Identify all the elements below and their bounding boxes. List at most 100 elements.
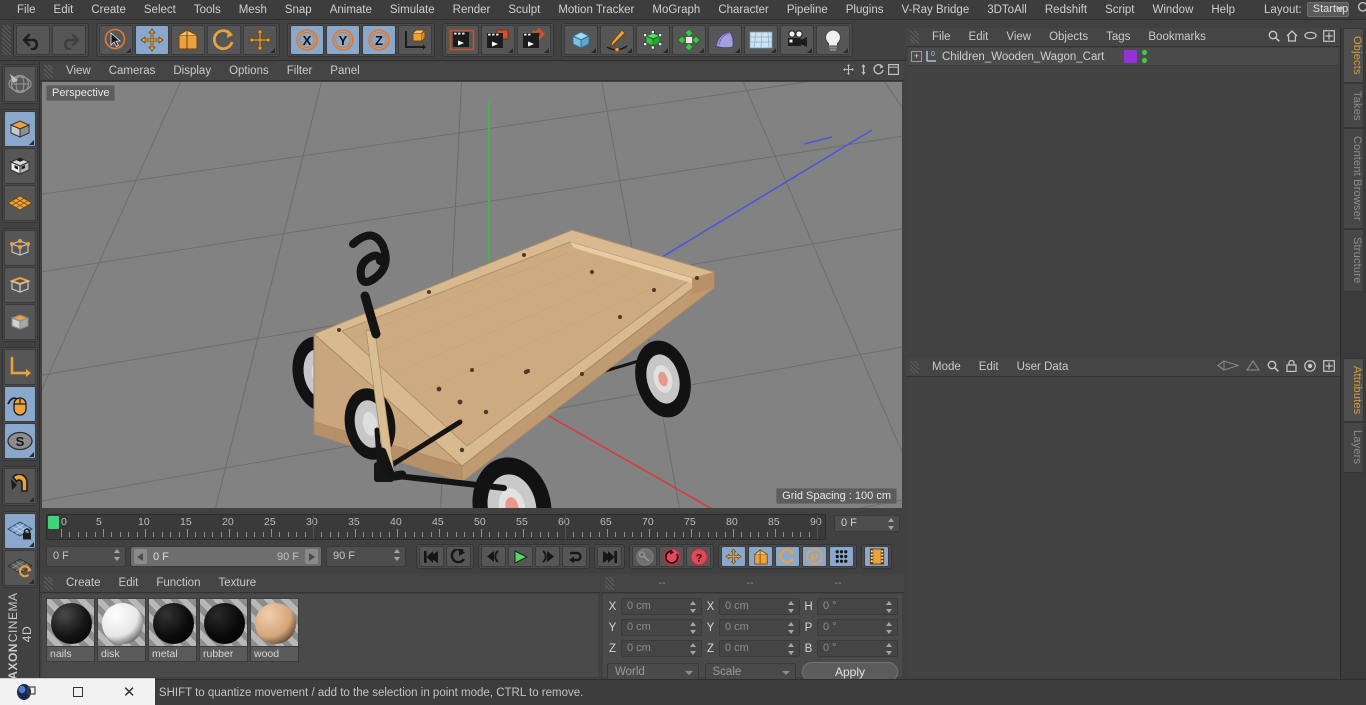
right-tab-takes[interactable]: Takes [1344,82,1364,129]
material-slot[interactable]: wood [250,598,299,662]
go-to-end-button[interactable] [597,546,622,567]
timeline-start-field[interactable]: 0 F [46,546,126,567]
move-tool[interactable] [135,25,169,55]
right-tab-structure[interactable]: Structure [1344,229,1364,292]
right-tab-layers[interactable]: Layers [1344,422,1364,473]
soft-selection-button[interactable]: S [3,423,36,459]
right-tab-content-browser[interactable]: Content Browser [1344,128,1364,230]
expand-toggle-icon[interactable]: + [911,51,922,62]
planar-workplane-button[interactable] [3,550,36,586]
add-environment-button[interactable] [744,25,778,55]
coord-input-pos-z[interactable]: 0 cm [621,640,702,657]
coord-input-pos-y[interactable]: 0 cm [621,619,702,636]
autokeying-button[interactable] [659,546,684,567]
stepper-icon[interactable] [788,601,795,613]
material-preview[interactable] [250,598,299,647]
layout-dropdown[interactable]: Startup [1306,2,1350,17]
param-key-button[interactable]: P [802,546,827,567]
scale-key-button[interactable] [748,546,773,567]
menu-item-edit[interactable]: Edit [45,0,83,20]
menu-item-select[interactable]: Select [135,0,185,20]
attributes-grip[interactable] [910,360,919,374]
rotate-icon[interactable] [873,64,884,78]
add-camera-button[interactable] [780,25,814,55]
search-icon[interactable] [1267,360,1279,375]
texture-mode-button[interactable] [3,148,36,184]
keyframe-selection-button[interactable]: ? [686,546,711,567]
workplane-mode-button[interactable] [3,185,36,221]
edges-mode-button[interactable] [3,267,36,303]
menu-item-file[interactable]: File [8,0,45,20]
add-generator-button[interactable] [636,25,670,55]
forward-nav-icon[interactable] [1245,359,1261,374]
material-menu-edit[interactable]: Edit [110,574,148,593]
material-menu-texture[interactable]: Texture [209,574,265,593]
object-row[interactable]: + 0 Children_Wooden_Wagon_Cart [908,48,1338,66]
viewport-grip[interactable] [44,64,53,78]
stepper-icon[interactable] [886,643,893,655]
coord-input-rot-h[interactable]: 0 ° [817,598,898,615]
coord-input-size-x[interactable]: 0 cm [719,598,800,615]
make-editable-button[interactable] [3,66,36,102]
record-active-objects-button[interactable] [446,546,471,567]
timeline-playhead[interactable] [48,516,59,529]
material-preview[interactable] [199,598,248,647]
render-settings-button[interactable] [517,25,551,55]
object-menu-bookmarks[interactable]: Bookmarks [1139,28,1215,47]
menu-item-create[interactable]: Create [82,0,135,20]
object-manager-grip[interactable] [910,30,919,44]
viewport-menu-cameras[interactable]: Cameras [100,62,165,81]
menu-item-3dtoall[interactable]: 3DToAll [978,0,1036,20]
material-slot[interactable]: rubber [199,598,248,662]
stepper-icon[interactable] [788,643,795,655]
stepper-icon[interactable] [888,518,895,530]
points-mode-button[interactable] [3,230,36,266]
maximize-window-icon[interactable] [52,679,104,705]
object-menu-view[interactable]: View [997,28,1040,47]
timeline-toggle-button[interactable] [864,546,889,567]
stepper-icon[interactable] [886,601,893,613]
menu-item-character[interactable]: Character [709,0,778,20]
material-slot[interactable]: metal [148,598,197,662]
timeline-ruler[interactable]: 0 5 10 15 20 25 30 35 40 45 50 55 60 65 70 75 80 85 90 [46,514,826,540]
menu-item-pipeline[interactable]: Pipeline [778,0,837,20]
coordinates-grip[interactable] [605,576,614,590]
object-menu-objects[interactable]: Objects [1040,28,1097,47]
back-nav-icon[interactable] [1216,360,1240,374]
attributes-menu-edit[interactable]: Edit [970,358,1008,377]
play-button[interactable] [508,546,533,567]
coord-input-rot-p[interactable]: 0 ° [817,619,898,636]
object-tree[interactable]: + 0 Children_Wooden_Wagon_Cart [908,48,1338,352]
material-grip[interactable] [44,576,53,590]
menu-item-plugins[interactable]: Plugins [837,0,893,20]
viewport-3d-canvas[interactable]: Perspective Grid Spacing : 100 cm [42,82,902,508]
home-icon[interactable] [1286,29,1298,45]
plus-box-icon[interactable] [1323,29,1335,45]
dynamic-place-tool[interactable] [243,25,277,55]
enable-snap-button[interactable] [3,386,36,422]
material-menu-create[interactable]: Create [57,574,110,593]
menu-item-motion-tracker[interactable]: Motion Tracker [549,0,643,20]
stepper-icon[interactable] [690,643,697,655]
viewport-menu-view[interactable]: View [57,62,100,81]
add-deformer-button[interactable] [672,25,706,55]
rotation-key-button[interactable] [775,546,800,567]
menu-item-mesh[interactable]: Mesh [230,0,276,20]
material-slot[interactable]: nails [46,598,95,662]
point-level-anim-button[interactable] [829,546,854,567]
viewport-menu-options[interactable]: Options [220,62,278,81]
add-spline-button[interactable] [600,25,634,55]
menu-item-animate[interactable]: Animate [321,0,381,20]
go-to-start-button[interactable] [419,546,444,567]
menu-item-vray-bridge[interactable]: V-Ray Bridge [892,0,978,20]
material-slot[interactable]: disk [97,598,146,662]
menu-item-mograph[interactable]: MoGraph [643,0,709,20]
attributes-menu-mode[interactable]: Mode [923,358,970,377]
object-menu-file[interactable]: File [923,28,960,47]
visibility-dots-icon[interactable] [1141,50,1147,63]
material-menu-function[interactable]: Function [147,574,209,593]
stepper-icon[interactable] [886,622,893,634]
stepper-icon[interactable] [394,549,401,561]
search-icon[interactable] [1357,1,1366,18]
render-to-picture-viewer-button[interactable] [481,25,515,55]
